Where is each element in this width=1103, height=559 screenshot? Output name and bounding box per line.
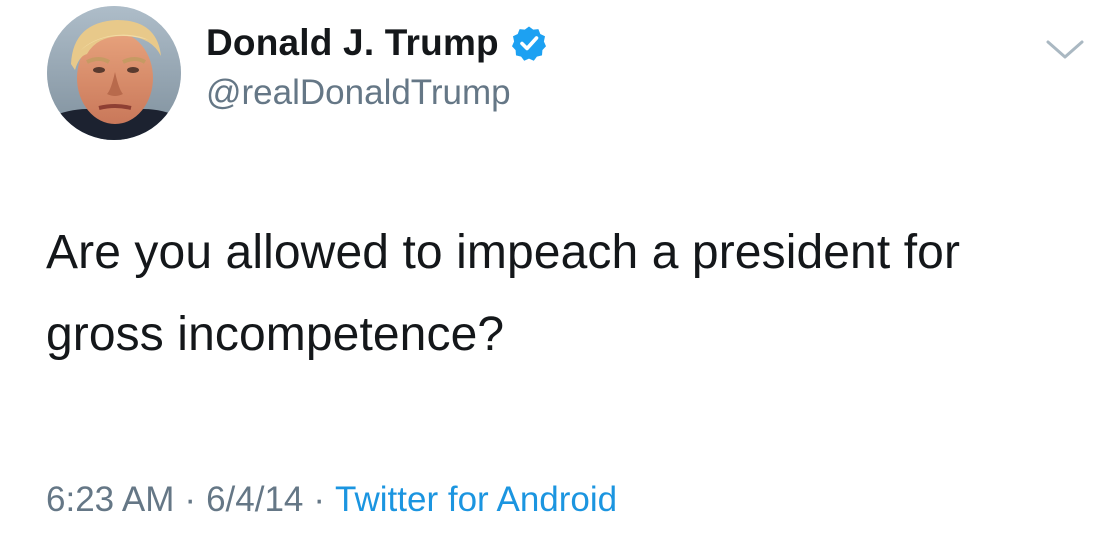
meta-separator: · xyxy=(313,480,326,519)
tweet-date[interactable]: 6/4/14 xyxy=(206,480,303,519)
author-name-row[interactable]: Donald J. Trump xyxy=(206,22,547,64)
tweet-card: Donald J. Trump @realDonaldTrump Are you… xyxy=(0,0,1103,559)
meta-separator: · xyxy=(184,480,197,519)
tweet-meta: 6:23 AM · 6/4/14 · Twitter for Android xyxy=(46,480,617,520)
tweet-source-link[interactable]: Twitter for Android xyxy=(335,480,617,519)
verified-badge-icon xyxy=(511,25,547,61)
chevron-down-icon[interactable] xyxy=(1045,38,1085,62)
author-display-name[interactable]: Donald J. Trump xyxy=(206,22,499,64)
avatar[interactable] xyxy=(47,6,181,140)
avatar-image xyxy=(47,6,181,140)
author-handle[interactable]: @realDonaldTrump xyxy=(206,73,511,113)
tweet-text: Are you allowed to impeach a president f… xyxy=(46,226,961,361)
tweet-time[interactable]: 6:23 AM xyxy=(46,480,174,519)
